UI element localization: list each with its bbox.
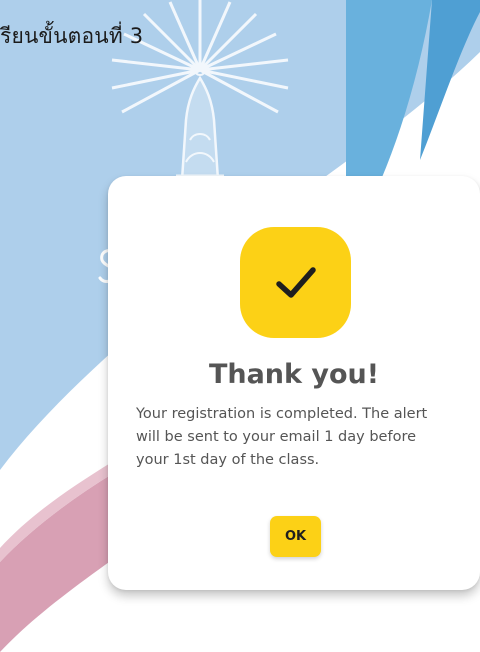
dialog-title: Thank you! (208, 359, 380, 390)
success-dialog: Thank you! Your registration is complete… (108, 176, 480, 590)
step-title: รียนขั้นตอนที่ 3 (0, 24, 144, 48)
ok-button[interactable]: OK (270, 516, 321, 557)
dialog-message: Your registration is completed. The aler… (136, 406, 428, 468)
checkmark-icon (240, 227, 351, 338)
